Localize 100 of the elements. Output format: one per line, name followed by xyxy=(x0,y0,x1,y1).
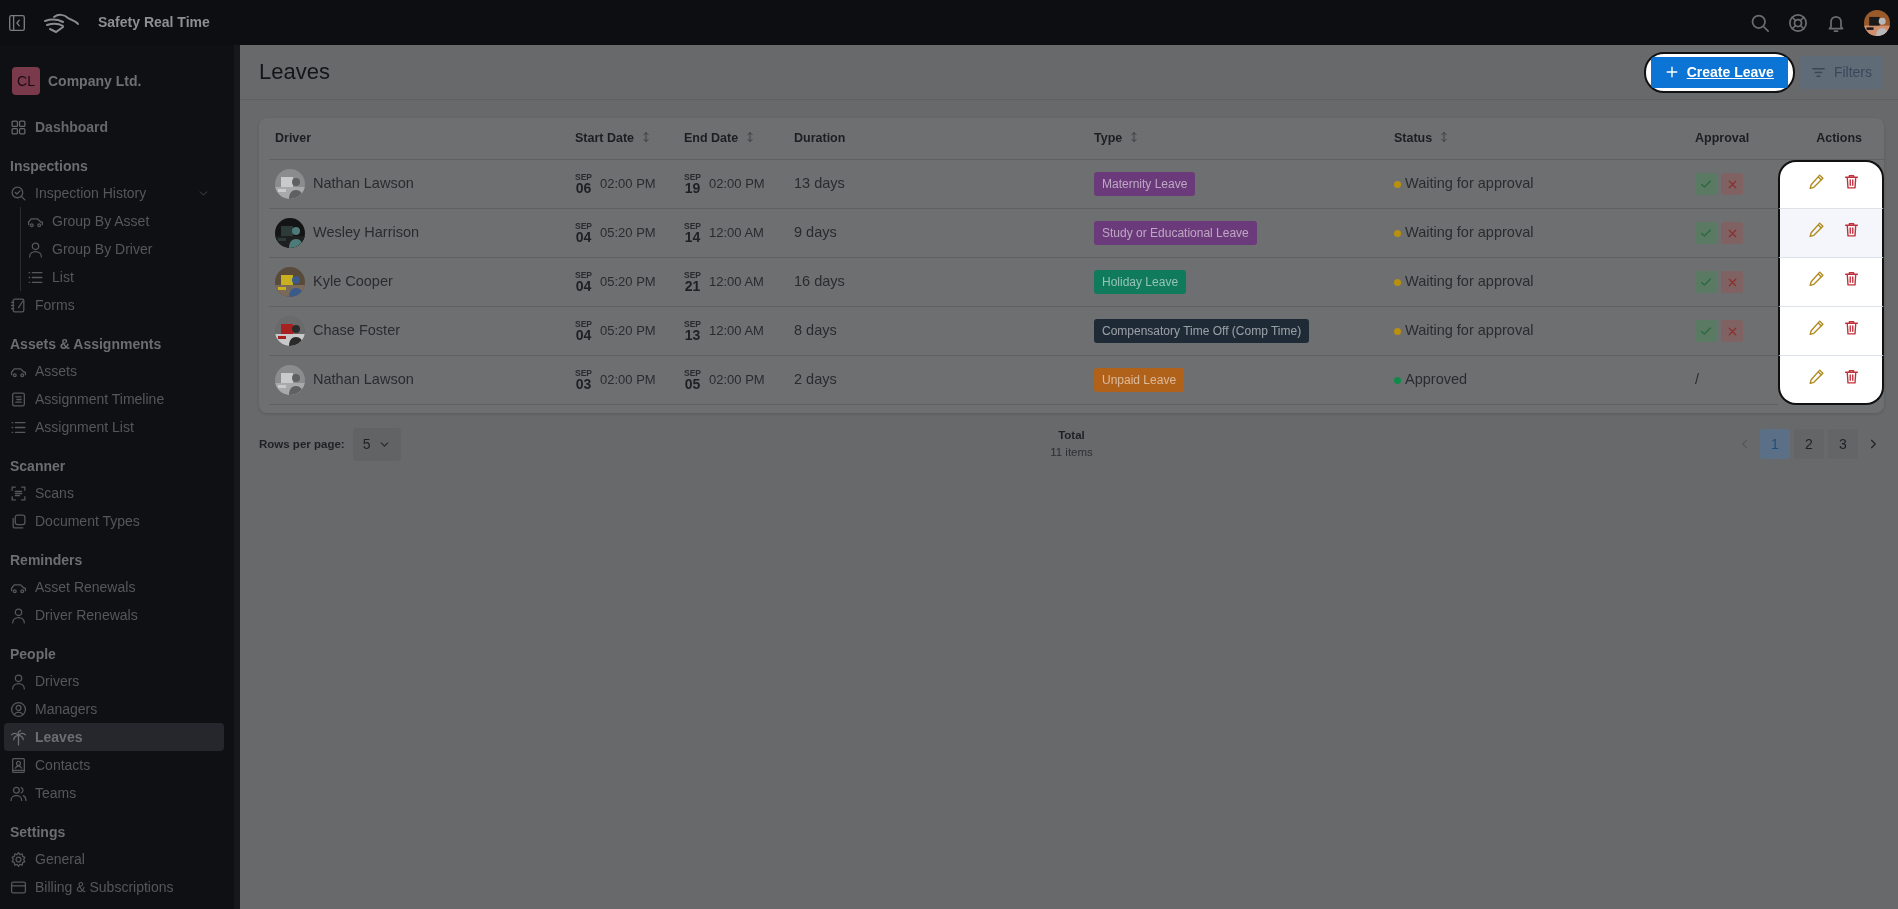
check-icon xyxy=(1699,275,1713,289)
date-day: 04 xyxy=(575,230,592,245)
column-header[interactable]: Type xyxy=(1088,118,1388,160)
sidebar-item[interactable]: Asset Renewals xyxy=(4,573,224,601)
trash-icon xyxy=(1843,270,1860,288)
sidebar-item[interactable]: Group By Asset xyxy=(21,207,224,235)
leave-type-tag: Compensatory Time Off (Comp Time) xyxy=(1094,319,1310,343)
section-title: Settings xyxy=(10,823,67,842)
edit-button[interactable] xyxy=(1808,173,1825,191)
rows-per-page-select[interactable]: 5 xyxy=(352,427,402,461)
section-title: Inspections xyxy=(10,157,89,176)
notebook-icon xyxy=(10,296,27,314)
rows-per-page-label: Rows per page: xyxy=(259,436,345,452)
delete-button[interactable] xyxy=(1843,221,1860,239)
contact-card-icon xyxy=(10,756,27,774)
reject-button[interactable] xyxy=(1721,222,1743,244)
sidebar-item[interactable]: Assignment List xyxy=(4,413,224,441)
sidebar-item[interactable]: General xyxy=(4,845,224,873)
sidebar-item[interactable]: Inspection History xyxy=(4,179,224,207)
app-name: Safety Real Time xyxy=(98,13,210,32)
sidebar-item[interactable]: Teams xyxy=(4,779,224,807)
edit-button[interactable] xyxy=(1808,270,1825,288)
edit-button[interactable] xyxy=(1808,319,1825,337)
person-icon xyxy=(10,606,27,624)
gear-icon xyxy=(10,850,27,868)
sidebar-item[interactable]: Group By Driver xyxy=(21,235,224,263)
duration-text: 16 days xyxy=(794,273,845,290)
sidebar-item[interactable]: Assets xyxy=(4,357,224,385)
reject-button[interactable] xyxy=(1721,173,1743,195)
duration-text: 2 days xyxy=(794,371,837,388)
date-month: SEP xyxy=(575,368,592,378)
leave-type-tag: Unpaid Leave xyxy=(1094,368,1185,392)
date-day: 19 xyxy=(684,181,701,196)
reject-button[interactable] xyxy=(1721,320,1743,342)
delete-button[interactable] xyxy=(1843,367,1860,385)
driver-name: Kyle Cooper xyxy=(313,272,393,292)
trash-icon xyxy=(1843,221,1860,239)
people-icon xyxy=(10,784,27,802)
date-day: 13 xyxy=(684,328,701,343)
date-time: 12:00 AM xyxy=(709,273,764,292)
column-header: Approval xyxy=(1689,118,1778,160)
pencil-icon xyxy=(1808,173,1825,191)
delete-button[interactable] xyxy=(1843,173,1860,191)
date-time: 02:00 PM xyxy=(600,371,656,390)
pencil-icon xyxy=(1808,319,1825,337)
duration-text: 13 days xyxy=(794,175,845,192)
date-time: 02:00 PM xyxy=(709,175,765,194)
column-header[interactable]: Status xyxy=(1388,118,1689,160)
date-time: 05:20 PM xyxy=(600,224,656,243)
page-button[interactable]: 2 xyxy=(1794,429,1824,460)
sidebar-item[interactable]: Drivers xyxy=(4,667,224,695)
sidebar-item[interactable]: Assignment Timeline xyxy=(4,385,224,413)
company-name: Company Ltd. xyxy=(48,71,142,91)
sidebar-item[interactable]: Billing & Subscriptions xyxy=(4,873,224,901)
column-header[interactable]: End Date xyxy=(678,118,788,160)
date-month: SEP xyxy=(684,221,701,231)
sidebar-item[interactable]: Managers xyxy=(4,695,224,723)
column-header: Driver xyxy=(269,118,569,160)
check-icon xyxy=(1699,324,1713,338)
page-button[interactable]: 1 xyxy=(1760,429,1790,460)
sidebar-item[interactable]: Driver Renewals xyxy=(4,601,224,629)
date-day: 04 xyxy=(575,328,592,343)
total-count: 11 items xyxy=(1050,445,1093,461)
palm-tree-icon xyxy=(10,728,27,746)
status-text: Waiting for approval xyxy=(1405,174,1534,194)
section-title: People xyxy=(10,645,57,664)
section-title: Assets & Assignments xyxy=(10,335,163,354)
total-label: Total xyxy=(1057,428,1086,443)
check-icon xyxy=(1699,226,1713,240)
sidebar-item[interactable]: List xyxy=(21,263,224,291)
reject-button[interactable] xyxy=(1721,271,1743,293)
section-title: Reminders xyxy=(10,551,84,570)
sidebar-item[interactable]: Document Types xyxy=(4,507,224,535)
leave-type-tag: Holiday Leave xyxy=(1094,270,1187,294)
edit-button[interactable] xyxy=(1808,221,1825,239)
date-day: 04 xyxy=(575,279,592,294)
date-month: SEP xyxy=(684,172,701,182)
driver-name: Nathan Lawson xyxy=(313,174,414,194)
sidebar-item[interactable]: Scans xyxy=(4,479,224,507)
sidebar-item[interactable]: Dashboard xyxy=(4,113,224,141)
page-button[interactable]: 3 xyxy=(1828,429,1858,460)
date-month: SEP xyxy=(684,270,701,280)
section-title: Scanner xyxy=(10,457,67,476)
sidebar-item[interactable]: Contacts xyxy=(4,751,224,779)
delete-button[interactable] xyxy=(1843,270,1860,288)
sidebar-item[interactable]: Leaves xyxy=(4,723,224,751)
driver-name: Wesley Harrison xyxy=(313,223,420,243)
column-header[interactable]: Start Date xyxy=(569,118,678,160)
edit-button[interactable] xyxy=(1808,367,1825,385)
date-month: SEP xyxy=(575,221,592,231)
user-circle-icon xyxy=(10,700,27,718)
sidebar-item[interactable]: Forms xyxy=(4,291,224,319)
pencil-icon xyxy=(1808,270,1825,288)
date-month: SEP xyxy=(684,368,701,378)
check-icon xyxy=(1699,177,1713,191)
create-leave-button[interactable]: Create Leave xyxy=(1650,56,1788,88)
date-time: 05:20 PM xyxy=(600,273,656,292)
page-title: Leaves xyxy=(259,58,330,86)
status-text: Waiting for approval xyxy=(1405,321,1534,341)
delete-button[interactable] xyxy=(1843,319,1860,337)
